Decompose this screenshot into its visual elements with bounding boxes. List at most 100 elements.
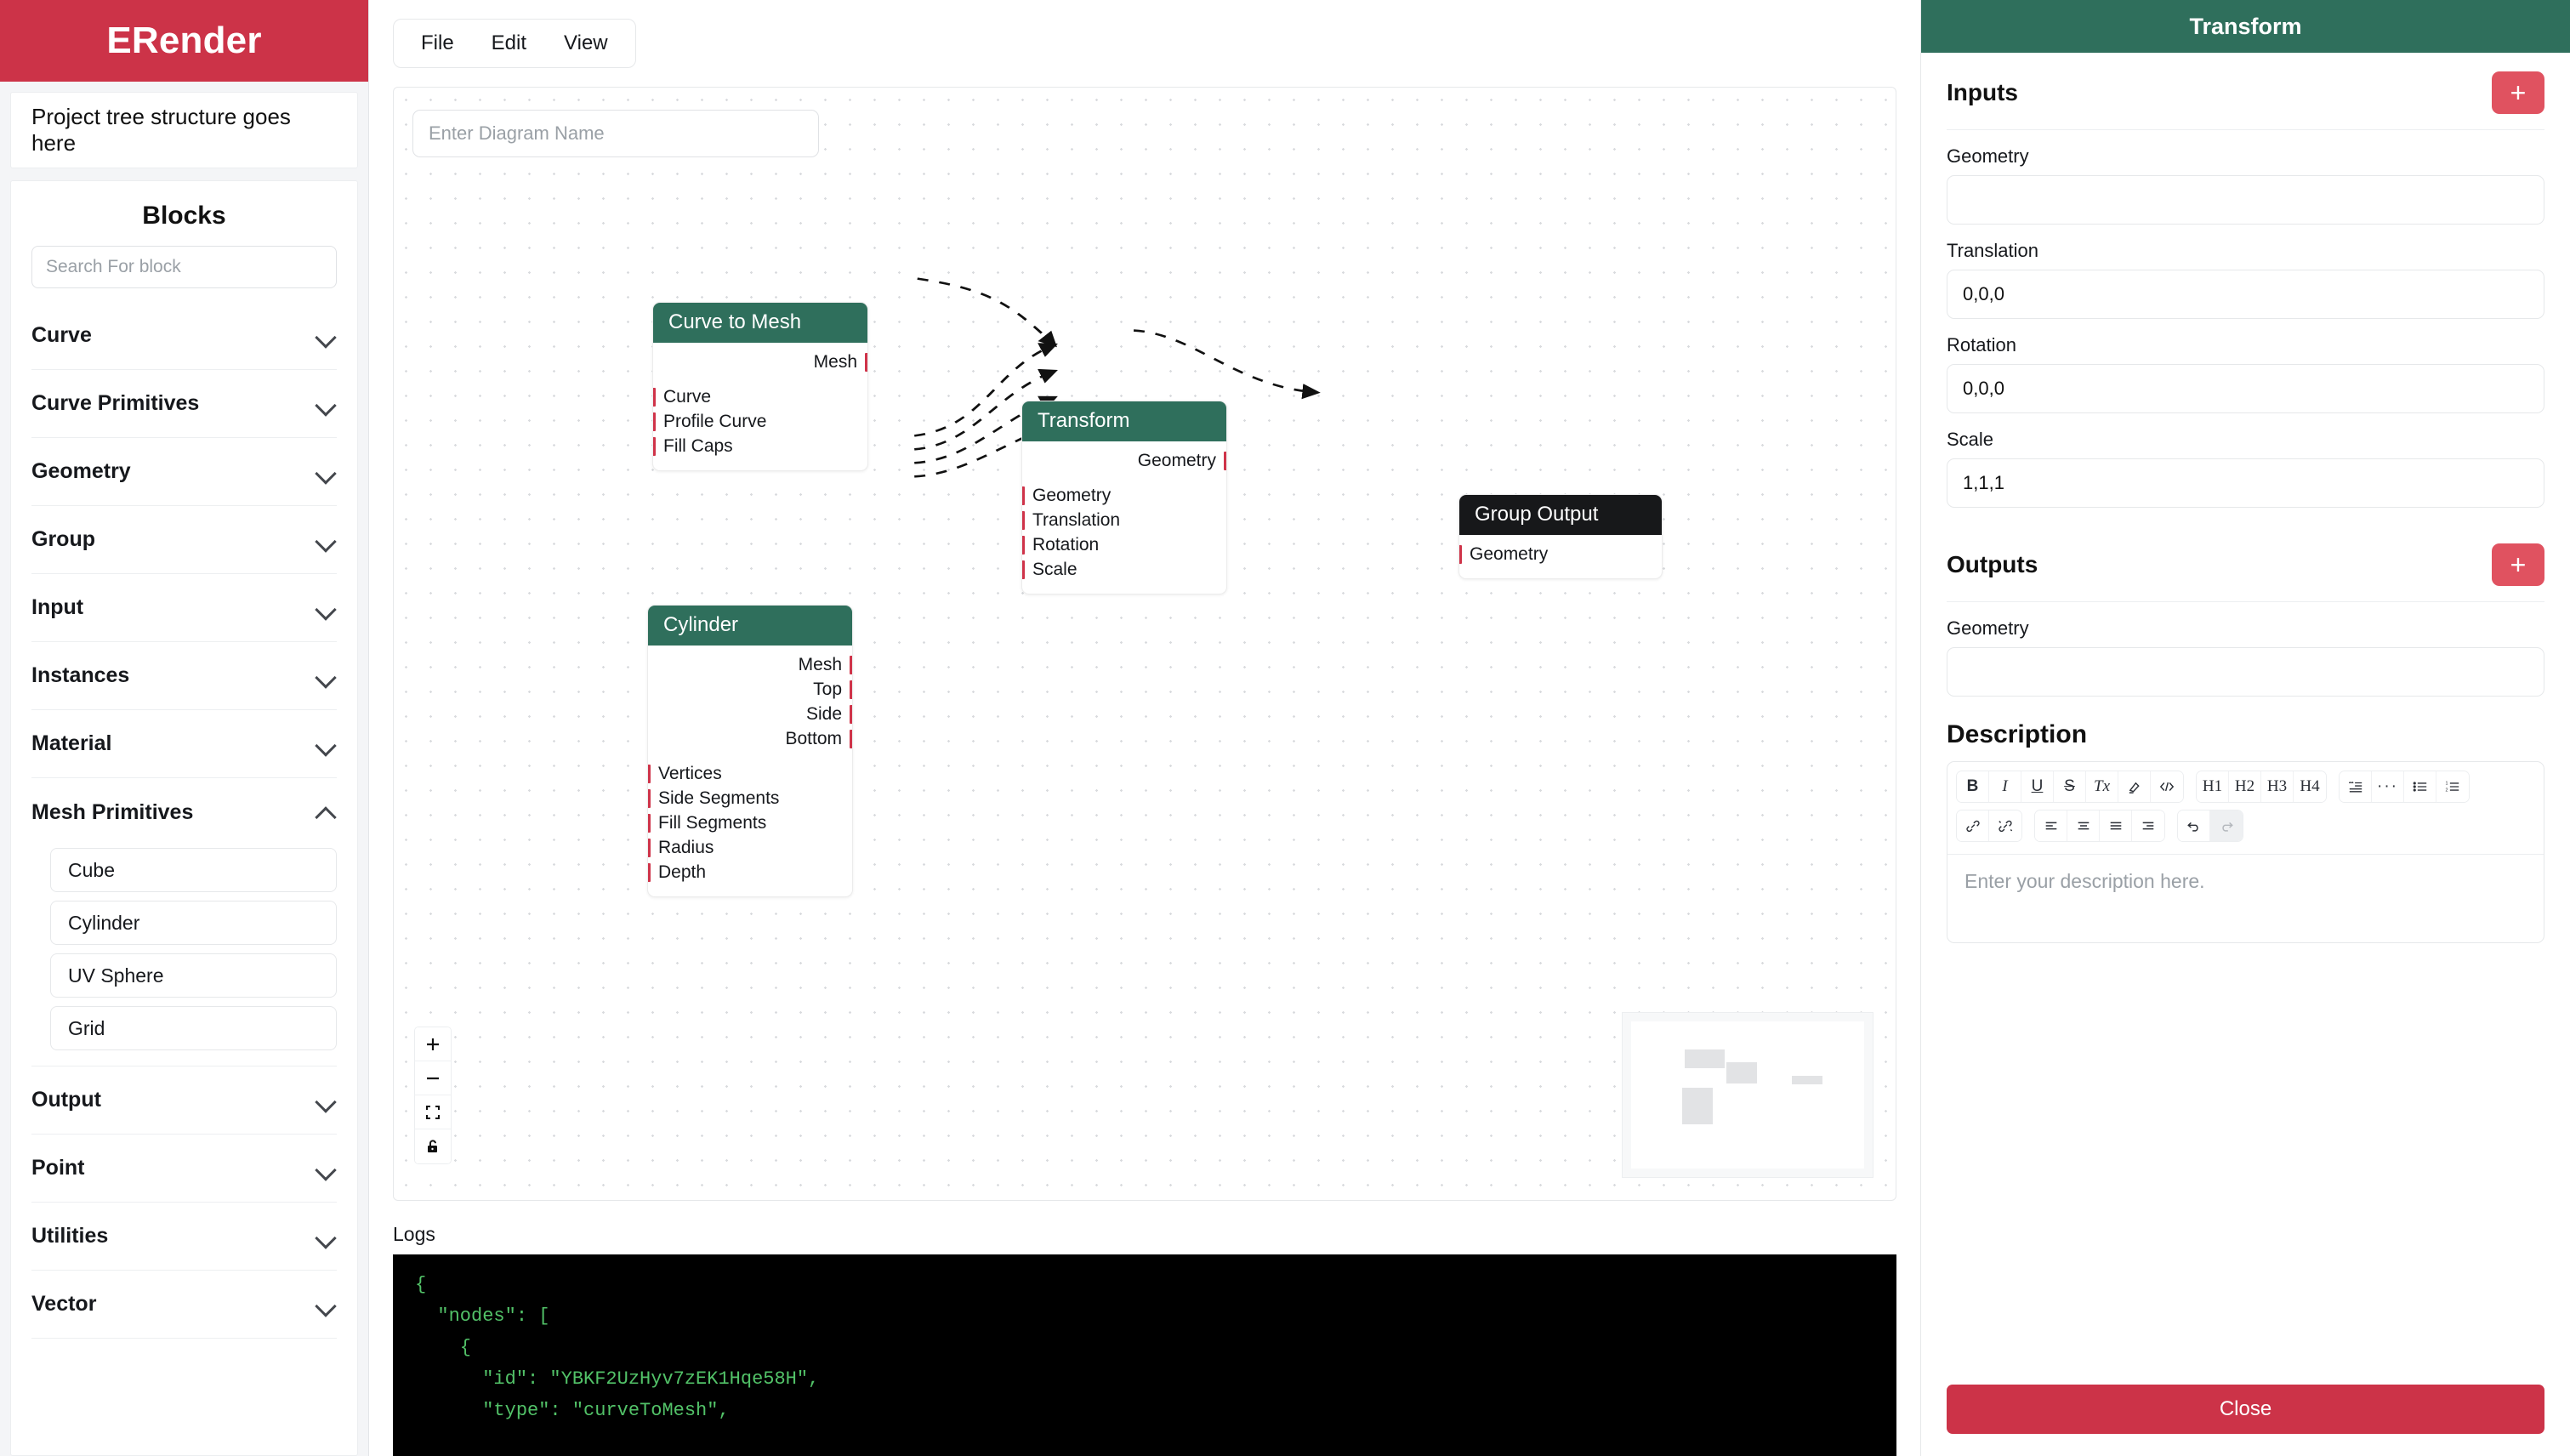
block-item-cube[interactable]: Cube [50, 848, 337, 892]
property-field-input-geometry[interactable] [1947, 175, 2544, 225]
port-connector-icon[interactable] [653, 412, 656, 431]
input-port-side-segments[interactable]: Side Segments [648, 786, 852, 810]
input-port-translation[interactable]: Translation [1022, 508, 1226, 532]
remove-format-icon[interactable]: Tx [2086, 771, 2118, 802]
align-justify-icon[interactable] [2100, 810, 2132, 841]
port-connector-icon[interactable] [1022, 560, 1025, 579]
align-right-icon[interactable] [2132, 810, 2164, 841]
bullet-list-icon[interactable] [2404, 771, 2436, 802]
property-field-input-rotation[interactable] [1947, 364, 2544, 413]
block-category-geometry[interactable]: Geometry [31, 438, 337, 506]
node-transform[interactable]: Transform Geometry Geometry Translation Rota… [1021, 401, 1227, 594]
block-item-cylinder[interactable]: Cylinder [50, 901, 337, 945]
close-button[interactable]: Close [1947, 1385, 2544, 1434]
port-connector-icon[interactable] [653, 436, 656, 456]
block-category-input[interactable]: Input [31, 574, 337, 642]
output-port-geometry[interactable]: Geometry [1022, 448, 1226, 473]
input-port-depth[interactable]: Depth [648, 860, 852, 884]
property-field-input-translation[interactable] [1947, 270, 2544, 319]
input-port-profile-curve[interactable]: Profile Curve [653, 409, 867, 434]
block-category-material[interactable]: Material [31, 710, 337, 778]
block-category-output[interactable]: Output [31, 1066, 337, 1135]
node-curve-to-mesh[interactable]: Curve to Mesh Mesh Curve Profile Curve Fill … [652, 302, 868, 471]
block-category-curve-primitives[interactable]: Curve Primitives [31, 370, 337, 438]
canvas-minimap[interactable] [1622, 1012, 1873, 1178]
input-port-fill-caps[interactable]: Fill Caps [653, 434, 867, 458]
output-port-mesh[interactable]: Mesh [648, 652, 852, 677]
block-category-vector[interactable]: Vector [31, 1271, 337, 1339]
block-category-mesh-primitives[interactable]: Mesh Primitives [31, 778, 337, 846]
port-connector-icon[interactable] [1224, 451, 1226, 470]
port-connector-icon[interactable] [653, 387, 656, 407]
input-port-geometry[interactable]: Geometry [1459, 542, 1662, 566]
output-port-top[interactable]: Top [648, 677, 852, 702]
port-connector-icon[interactable] [850, 704, 852, 724]
port-connector-icon[interactable] [648, 862, 651, 882]
port-connector-icon[interactable] [850, 680, 852, 699]
port-connector-icon[interactable] [865, 352, 867, 372]
port-connector-icon[interactable] [850, 729, 852, 748]
input-port-vertices[interactable]: Vertices [648, 761, 852, 786]
block-category-point[interactable]: Point [31, 1135, 337, 1203]
input-port-curve[interactable]: Curve [653, 384, 867, 409]
port-connector-icon[interactable] [1022, 535, 1025, 555]
highlight-icon[interactable] [2118, 771, 2151, 802]
align-center-icon[interactable] [2067, 810, 2100, 841]
input-port-rotation[interactable]: Rotation [1022, 532, 1226, 557]
block-category-utilities[interactable]: Utilities [31, 1203, 337, 1271]
node-canvas[interactable]: Curve to Mesh Mesh Curve Profile Curve Fill … [393, 87, 1896, 1201]
block-category-instances[interactable]: Instances [31, 642, 337, 710]
input-port-fill-segments[interactable]: Fill Segments [648, 810, 852, 835]
property-field-input-geometry[interactable] [1947, 647, 2544, 697]
heading-3-icon[interactable]: H3 [2261, 771, 2294, 802]
heading-2-icon[interactable]: H2 [2229, 771, 2261, 802]
output-port-side[interactable]: Side [648, 702, 852, 726]
underline-icon[interactable]: U [2021, 771, 2054, 802]
output-port-mesh[interactable]: Mesh [653, 350, 867, 374]
italic-icon[interactable]: I [1989, 771, 2021, 802]
link-icon[interactable] [1957, 810, 1989, 841]
zoom-out-button[interactable] [415, 1061, 451, 1095]
undo-icon[interactable] [2178, 810, 2210, 841]
port-connector-icon[interactable] [648, 764, 651, 783]
bold-icon[interactable]: B [1957, 771, 1989, 802]
node-cylinder[interactable]: Cylinder Mesh Top Side Bottom Vertices Side Se… [647, 605, 853, 897]
menu-item-view[interactable]: View [545, 31, 627, 55]
block-category-group[interactable]: Group [31, 506, 337, 574]
blockquote-icon[interactable] [2340, 771, 2372, 802]
lock-toggle-button[interactable] [415, 1129, 451, 1163]
search-input[interactable] [31, 246, 337, 288]
output-port-bottom[interactable]: Bottom [648, 726, 852, 751]
input-port-radius[interactable]: Radius [648, 835, 852, 860]
property-field-input-scale[interactable] [1947, 458, 2544, 508]
redo-icon[interactable] [2210, 810, 2243, 841]
diagram-name-input[interactable] [412, 110, 819, 157]
add-input-button[interactable]: + [2492, 71, 2544, 114]
port-connector-icon[interactable] [648, 788, 651, 808]
align-left-icon[interactable] [2035, 810, 2067, 841]
port-connector-icon[interactable] [648, 813, 651, 833]
horizontal-rule-icon[interactable]: ··· [2372, 771, 2404, 802]
block-category-curve[interactable]: Curve [31, 302, 337, 370]
input-port-geometry[interactable]: Geometry [1022, 483, 1226, 508]
port-connector-icon[interactable] [1022, 510, 1025, 530]
description-textarea[interactable]: Enter your description here. [1947, 854, 2544, 942]
logs-output[interactable]: { "nodes": [ { "id": "YBKF2UzHyv7zEK1Hqe… [393, 1254, 1896, 1456]
input-port-scale[interactable]: Scale [1022, 557, 1226, 582]
heading-1-icon[interactable]: H1 [2197, 771, 2229, 802]
block-item-grid[interactable]: Grid [50, 1006, 337, 1050]
port-connector-icon[interactable] [850, 655, 852, 674]
strikethrough-icon[interactable]: S [2054, 771, 2086, 802]
port-connector-icon[interactable] [1459, 544, 1462, 564]
block-item-uv-sphere[interactable]: UV Sphere [50, 953, 337, 998]
port-connector-icon[interactable] [648, 838, 651, 857]
fit-view-button[interactable] [415, 1095, 451, 1129]
add-output-button[interactable]: + [2492, 543, 2544, 586]
menu-item-edit[interactable]: Edit [473, 31, 545, 55]
zoom-in-button[interactable] [415, 1027, 451, 1061]
port-connector-icon[interactable] [1022, 486, 1025, 505]
ordered-list-icon[interactable]: 1 2 [2436, 771, 2469, 802]
code-icon[interactable] [2151, 771, 2183, 802]
heading-4-icon[interactable]: H4 [2294, 771, 2326, 802]
node-group-output[interactable]: Group Output Geometry [1458, 494, 1663, 579]
